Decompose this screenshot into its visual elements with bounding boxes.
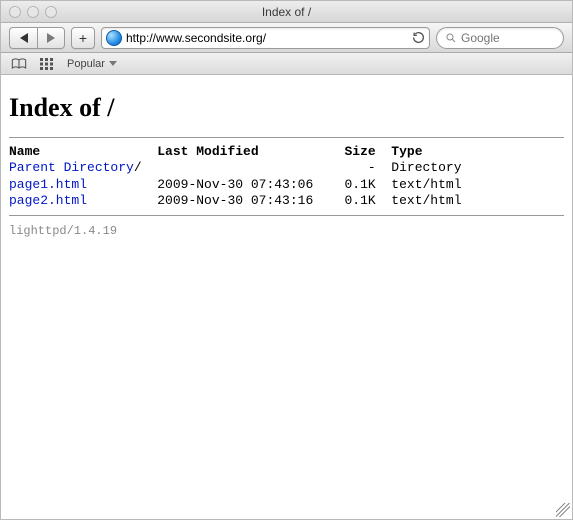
divider — [9, 215, 564, 216]
address-bar[interactable]: http://www.secondsite.org/ — [101, 27, 430, 49]
listing-modified — [157, 160, 329, 175]
browser-window: Index of / + http://www.secondsite.org/ — [0, 0, 573, 520]
window-controls — [9, 6, 57, 18]
close-window-button[interactable] — [9, 6, 21, 18]
search-icon — [445, 32, 457, 44]
site-favicon-icon — [106, 30, 122, 46]
column-header-modified: Last Modified — [157, 144, 329, 159]
back-button[interactable] — [9, 27, 37, 49]
listing-type: text/html — [391, 177, 461, 192]
column-header-type: Type — [391, 144, 422, 159]
chevron-left-icon — [20, 33, 28, 43]
reload-icon — [412, 31, 425, 44]
url-text: http://www.secondsite.org/ — [126, 31, 407, 45]
listing-link[interactable]: page1.html — [9, 177, 87, 192]
divider — [9, 137, 564, 138]
reload-button[interactable] — [411, 31, 425, 45]
listing-link[interactable]: Parent Directory — [9, 160, 134, 175]
bookmarks-book-icon[interactable] — [11, 57, 27, 71]
page-content: Index of / Name Last Modified Size Type … — [1, 75, 572, 246]
column-header-name: Name — [9, 144, 157, 159]
zoom-window-button[interactable] — [45, 6, 57, 18]
listing-type: Directory — [391, 160, 461, 175]
search-box[interactable] — [436, 27, 564, 49]
title-bar: Index of / — [1, 1, 572, 23]
window-title: Index of / — [1, 5, 572, 19]
popular-label: Popular — [67, 58, 105, 70]
bookmarks-bar: Popular — [1, 53, 572, 75]
listing-link[interactable]: page2.html — [9, 193, 87, 208]
resize-grip[interactable] — [556, 503, 570, 517]
listing-size: 0.1K — [329, 193, 376, 208]
forward-button[interactable] — [37, 27, 65, 49]
chevron-down-icon — [109, 61, 117, 66]
directory-listing: Name Last Modified Size Type Parent Dire… — [9, 144, 564, 209]
page-heading: Index of / — [9, 93, 564, 123]
listing-size: 0.1K — [329, 177, 376, 192]
listing-size: - — [329, 160, 376, 175]
popular-menu[interactable]: Popular — [67, 58, 117, 70]
server-signature: lighttpd/1.4.19 — [9, 224, 564, 238]
listing-modified: 2009-Nov-30 07:43:06 — [157, 177, 329, 192]
column-header-size: Size — [329, 144, 376, 159]
chevron-right-icon — [47, 33, 55, 43]
listing-type: text/html — [391, 193, 461, 208]
plus-icon: + — [79, 30, 87, 46]
listing-modified: 2009-Nov-30 07:43:16 — [157, 193, 329, 208]
add-bookmark-button[interactable]: + — [71, 27, 95, 49]
minimize-window-button[interactable] — [27, 6, 39, 18]
toolbar: + http://www.secondsite.org/ — [1, 23, 572, 53]
top-sites-grid-icon[interactable] — [39, 57, 55, 71]
search-input[interactable] — [461, 31, 555, 45]
